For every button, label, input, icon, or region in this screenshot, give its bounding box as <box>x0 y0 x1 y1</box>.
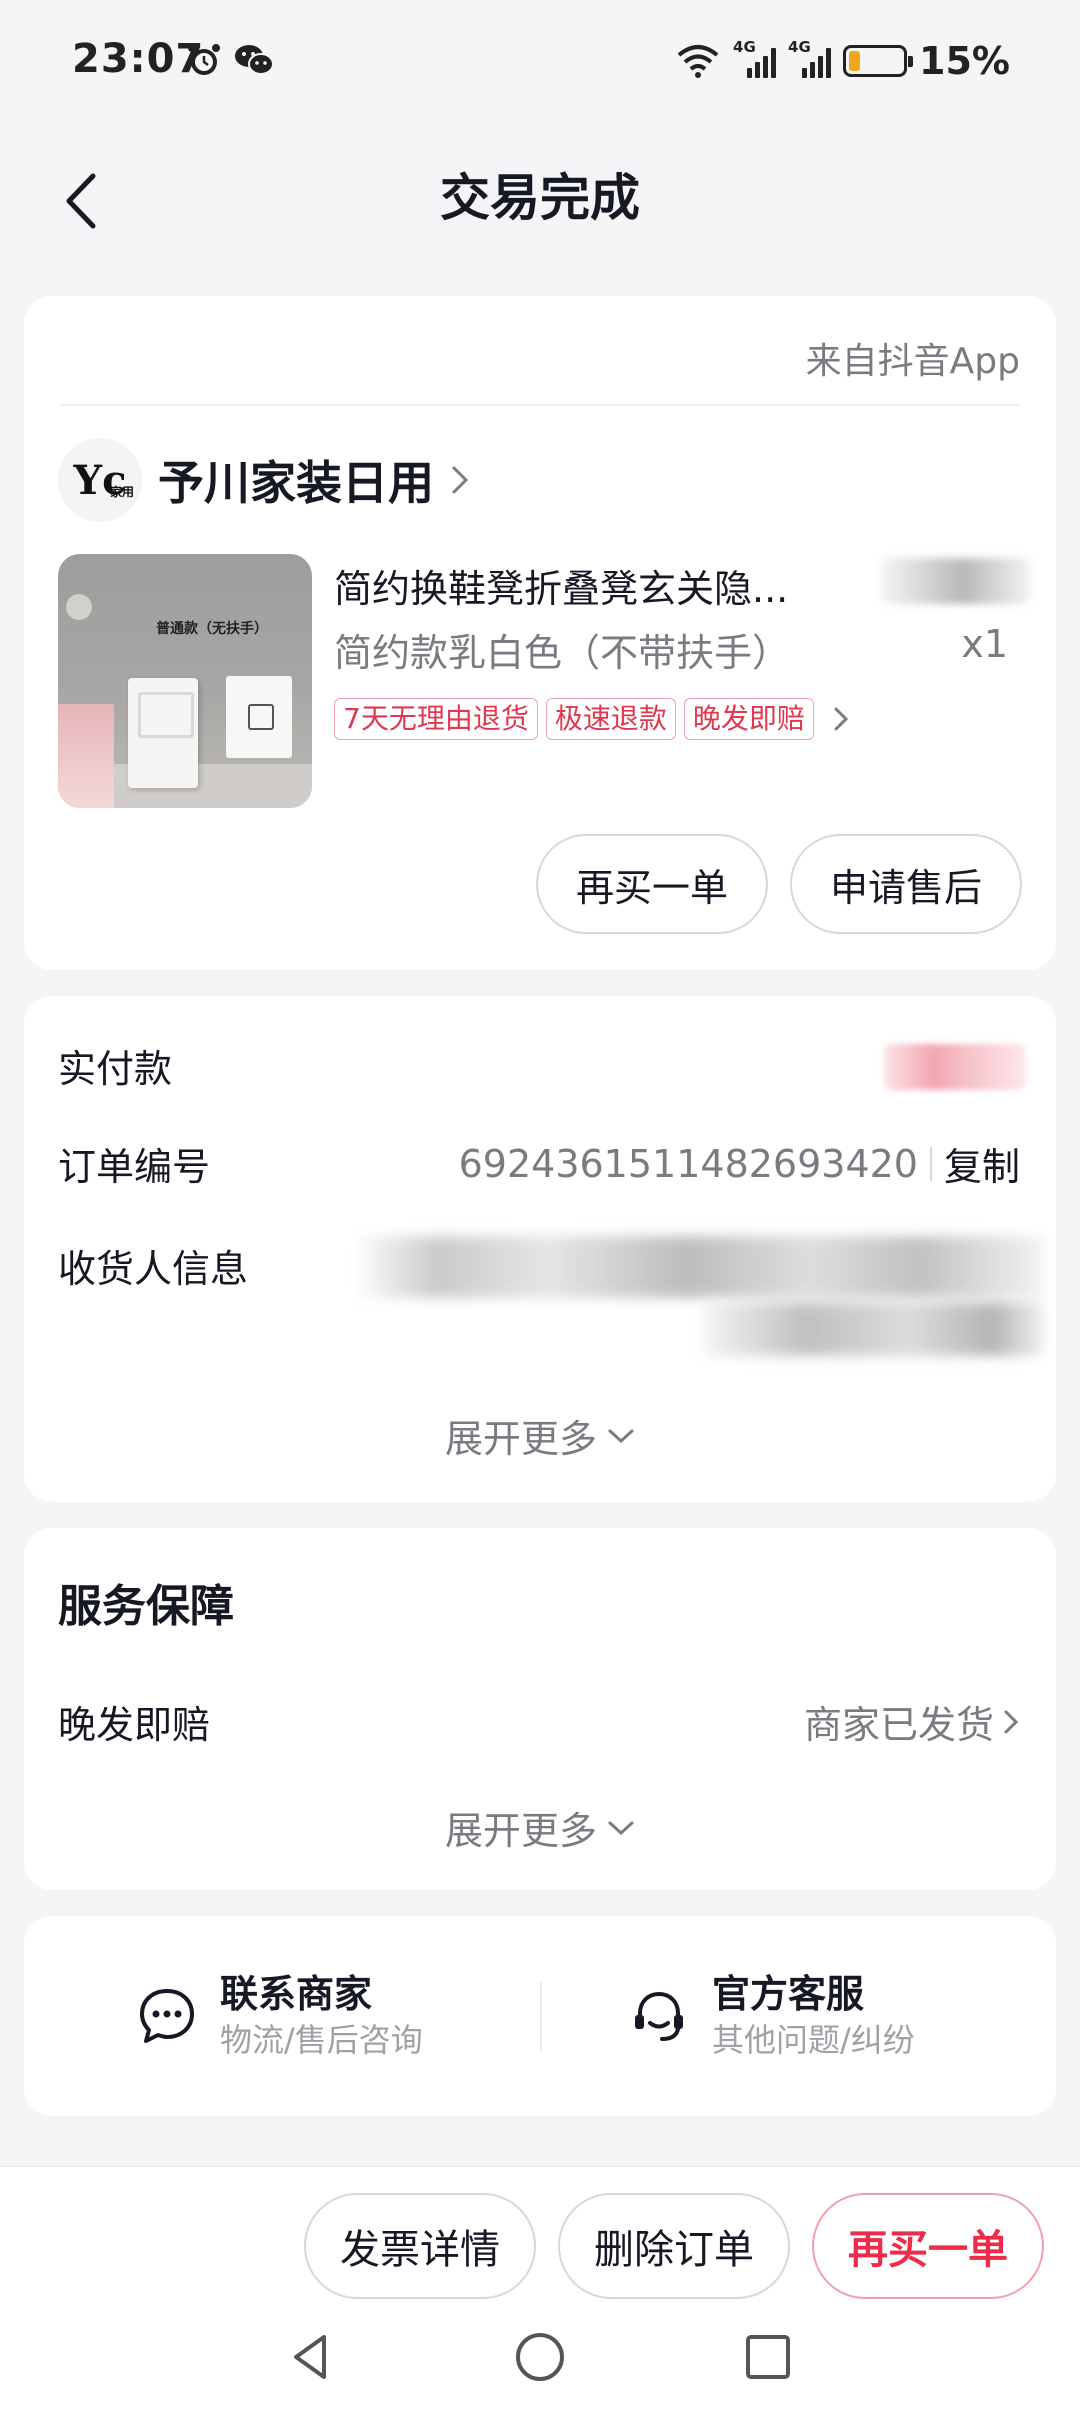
contact-card: 联系商家 物流/售后咨询 官方客服 其他问题/纠纷 <box>24 1916 1056 2116</box>
order-number-row: 6924361511482693420 复制 <box>459 1136 1020 1191</box>
official-service-title: 官方客服 <box>712 1972 865 2016</box>
back-button[interactable] <box>50 166 110 236</box>
divider <box>540 1982 542 2052</box>
battery-fill <box>849 51 861 71</box>
official-service-button[interactable]: 官方客服 其他问题/纠纷 <box>628 1970 915 2062</box>
paid-amount-redacted <box>884 1044 1026 1090</box>
contact-merchant-text: 联系商家 物流/售后咨询 <box>220 1970 423 2062</box>
status-bar: 23:07 4G 4G 15% <box>0 0 1080 126</box>
invoice-details-button[interactable]: 发票详情 <box>304 2193 536 2299</box>
signal-icon-1: 4G <box>733 38 777 78</box>
system-nav-bar <box>0 2327 1080 2397</box>
page-title: 交易完成 <box>440 169 640 227</box>
divider <box>60 404 1020 406</box>
product-title[interactable]: 简约换鞋凳折叠凳玄关隐... <box>334 558 788 613</box>
contact-merchant-subtitle: 物流/售后咨询 <box>220 2021 423 2059</box>
expand-more-order[interactable]: 展开更多 <box>24 1408 1056 1463</box>
receiver-info-redacted <box>354 1236 1044 1298</box>
paid-amount-label: 实付款 <box>58 1047 173 1091</box>
wechat-icon <box>235 45 274 75</box>
image-stool <box>128 678 198 788</box>
wifi-icon <box>677 45 719 78</box>
chevron-right-icon <box>834 707 848 731</box>
copy-button[interactable]: 复制 <box>944 1136 1020 1191</box>
battery-percent: 15% <box>919 39 1010 83</box>
contact-merchant-title: 联系商家 <box>220 1972 373 2016</box>
service-guarantee-card: 服务保障 晚发即赔 商家已发货 展开更多 <box>24 1528 1056 1890</box>
rebuy-bottom-button[interactable]: 再买一单 <box>812 2193 1044 2299</box>
shop-logo: Yc 家用 <box>58 438 142 522</box>
product-price-redacted <box>880 558 1030 604</box>
image-decor <box>58 704 114 808</box>
shop-link[interactable]: Yc 家用 予川家装日用 <box>58 438 470 522</box>
order-number-label: 订单编号 <box>58 1145 211 1189</box>
service-item-value: 商家已发货 <box>803 1703 994 1747</box>
after-sale-button[interactable]: 申请售后 <box>790 834 1022 934</box>
nav-back-icon[interactable] <box>280 2327 340 2387</box>
bottom-action-bar: 发票详情 删除订单 再买一单 <box>0 2166 1080 2412</box>
chevron-down-icon <box>608 1821 634 1835</box>
nav-home-icon[interactable] <box>510 2327 570 2387</box>
order-number: 6924361511482693420 <box>458 1141 918 1186</box>
expand-more-service[interactable]: 展开更多 <box>24 1800 1056 1855</box>
status-indicators: 4G 4G 15% <box>675 36 1010 86</box>
shop-name: 予川家装日用 <box>158 456 434 510</box>
order-info-card: 实付款 订单编号 6924361511482693420 复制 收货人信息 展开… <box>24 996 1056 1502</box>
receiver-phone-redacted <box>704 1302 1044 1356</box>
delete-order-button[interactable]: 删除订单 <box>558 2193 790 2299</box>
alarm-icon <box>188 44 220 75</box>
tag-late-shipping-compensation: 晚发即赔 <box>683 698 814 740</box>
network-type-2: 4G <box>788 38 811 56</box>
tag-fast-refund: 极速退款 <box>545 698 676 740</box>
expand-more-label: 展开更多 <box>444 1809 597 1853</box>
order-source: 来自抖音App <box>805 341 1020 382</box>
service-item-label: 晚发即赔 <box>58 1703 211 1747</box>
product-spec: 简约款乳白色（不带扶手） <box>334 631 791 675</box>
rebuy-button[interactable]: 再买一单 <box>536 834 768 934</box>
product-image[interactable]: 普通款（无扶手） <box>58 554 312 808</box>
signal-icon-2: 4G <box>788 38 832 78</box>
chevron-left-icon <box>66 173 96 229</box>
chevron-right-icon <box>1004 1710 1019 1733</box>
battery-icon <box>843 45 914 77</box>
network-type-1: 4G <box>733 38 756 56</box>
chevron-right-icon <box>452 466 469 494</box>
separator <box>929 1146 932 1181</box>
product-quantity: x1 <box>961 622 1008 666</box>
service-title: 服务保障 <box>58 1581 234 1632</box>
expand-more-label: 展开更多 <box>444 1417 597 1461</box>
product-image-label: 普通款（无扶手） <box>156 621 268 637</box>
contact-merchant-button[interactable]: 联系商家 物流/售后咨询 <box>136 1970 423 2062</box>
official-service-subtitle: 其他问题/纠纷 <box>712 2021 915 2059</box>
chat-bubble-icon <box>140 1989 194 2043</box>
image-lamp <box>66 594 92 620</box>
image-wall-panel <box>226 676 292 758</box>
nav-recent-apps-icon[interactable] <box>738 2327 798 2387</box>
service-tags[interactable]: 7天无理由退货 极速退款 晚发即赔 <box>334 698 850 740</box>
headset-icon <box>635 1991 683 2041</box>
shop-logo-small-text: 家用 <box>109 485 134 499</box>
receiver-info-label: 收货人信息 <box>58 1247 249 1291</box>
tag-7day-return: 7天无理由退货 <box>334 698 538 740</box>
chevron-down-icon <box>608 1429 634 1443</box>
official-service-text: 官方客服 其他问题/纠纷 <box>712 1970 915 2062</box>
service-item-status[interactable]: 商家已发货 <box>804 1694 1020 1749</box>
order-card: 来自抖音App Yc 家用 予川家装日用 普通款（无扶手） 简约换鞋凳折叠凳玄关… <box>24 296 1056 970</box>
status-time: 23:07 <box>72 36 205 82</box>
